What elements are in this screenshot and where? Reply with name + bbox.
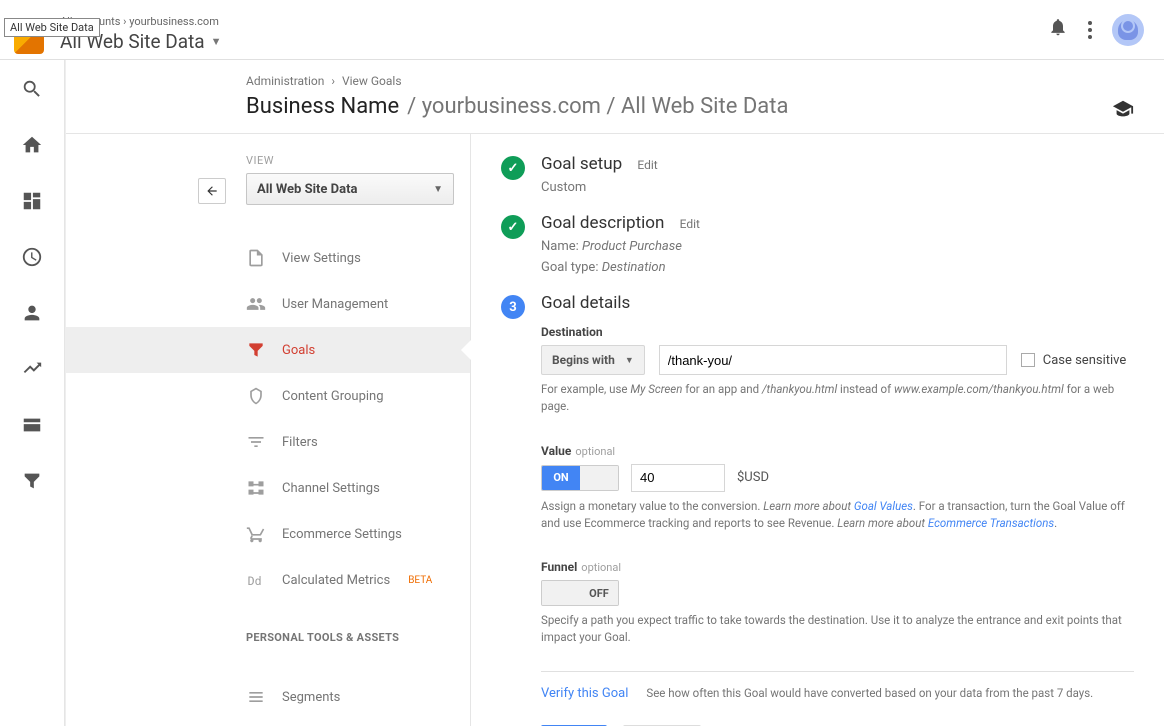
page-title: Business Name xyxy=(246,94,399,119)
goal-values-link[interactable]: Goal Values xyxy=(854,499,913,513)
audience-icon[interactable] xyxy=(21,302,43,328)
menu-filters[interactable]: Filters xyxy=(66,419,470,465)
value-toggle[interactable]: ON xyxy=(541,465,619,491)
funnel-label: Funneloptional xyxy=(541,560,1134,574)
verify-goal-link[interactable]: Verify this Goal xyxy=(541,686,628,701)
back-button[interactable] xyxy=(198,178,226,204)
goal-form: Goal setup Edit Custom Goal description … xyxy=(471,134,1164,726)
step3-title: Goal details xyxy=(541,293,630,313)
search-icon[interactable] xyxy=(21,78,43,104)
step3-number-icon: 3 xyxy=(501,295,525,319)
destination-hint: For example, use My Screen for an app an… xyxy=(541,381,1134,416)
svg-text:Dd: Dd xyxy=(248,574,262,588)
breadcrumb: Administration › View Goals xyxy=(246,74,1164,88)
menu-user-management[interactable]: User Management xyxy=(66,281,470,327)
left-nav-rail xyxy=(0,60,65,726)
conversions-icon[interactable] xyxy=(21,470,43,496)
view-selector-dropdown[interactable]: All Web Site Data ▼ xyxy=(246,173,454,205)
currency-label: $USD xyxy=(737,470,769,485)
menu-content-grouping[interactable]: Content Grouping xyxy=(66,373,470,419)
top-bar: All accounts › yourbusiness.com All Web … xyxy=(0,0,1164,60)
step2-title: Goal description xyxy=(541,213,664,233)
bell-icon[interactable] xyxy=(1048,17,1068,42)
admin-left-panel: VIEW All Web Site Data ▼ View Settings U… xyxy=(66,134,471,726)
realtime-icon[interactable] xyxy=(21,246,43,272)
menu-annotations[interactable]: Annotations xyxy=(66,720,470,726)
beta-badge: BETA xyxy=(408,575,432,586)
menu-calculated-metrics[interactable]: DdCalculated MetricsBETA xyxy=(66,557,470,603)
value-label: Valueoptional xyxy=(541,444,1134,458)
funnel-toggle[interactable]: OFF xyxy=(541,580,619,606)
step1-subtitle: Custom xyxy=(541,180,1134,195)
step1-edit-link[interactable]: Edit xyxy=(637,158,657,172)
destination-label: Destination xyxy=(541,325,1134,339)
step2-check-icon xyxy=(501,215,525,239)
acquisition-icon[interactable] xyxy=(21,358,43,384)
view-section-label: VIEW xyxy=(246,154,470,167)
personal-tools-label: PERSONAL TOOLS & ASSETS xyxy=(246,631,470,644)
case-sensitive-checkbox[interactable]: Case sensitive xyxy=(1021,353,1127,368)
chevron-down-icon: ▼ xyxy=(433,184,443,195)
customization-icon[interactable] xyxy=(21,190,43,216)
match-type-dropdown[interactable]: Begins with▼ xyxy=(541,345,645,375)
menu-view-settings[interactable]: View Settings xyxy=(66,235,470,281)
menu-segments[interactable]: Segments xyxy=(66,674,470,720)
breadcrumb-admin[interactable]: Administration xyxy=(246,74,324,88)
home-icon[interactable] xyxy=(21,134,43,160)
step2-edit-link[interactable]: Edit xyxy=(680,217,700,231)
page-header: Administration › View Goals Business Nam… xyxy=(66,60,1164,134)
value-input[interactable] xyxy=(631,464,725,492)
value-hint: Assign a monetary value to the conversio… xyxy=(541,498,1134,533)
menu-goals[interactable]: Goals xyxy=(66,327,470,373)
step2-name: Name: Product Purchase xyxy=(541,239,1134,254)
ecommerce-link[interactable]: Ecommerce Transactions xyxy=(928,516,1054,530)
user-avatar[interactable] xyxy=(1112,14,1144,46)
chevron-down-icon: ▼ xyxy=(211,35,222,48)
menu-channel-settings[interactable]: Channel Settings xyxy=(66,465,470,511)
behavior-icon[interactable] xyxy=(21,414,43,440)
menu-ecommerce-settings[interactable]: Ecommerce Settings xyxy=(66,511,470,557)
education-icon[interactable] xyxy=(1112,98,1134,124)
verify-hint: See how often this Goal would have conve… xyxy=(646,686,1093,700)
page-subtitle: / yourbusiness.com / All Web Site Data xyxy=(407,94,788,119)
step1-title: Goal setup xyxy=(541,154,622,174)
funnel-hint: Specify a path you expect traffic to tak… xyxy=(541,612,1134,647)
tooltip-overlay: All Web Site Data xyxy=(4,18,100,37)
more-menu-icon[interactable] xyxy=(1088,21,1092,39)
chevron-down-icon: ▼ xyxy=(625,355,634,366)
step2-type: Goal type: Destination xyxy=(541,260,1134,275)
destination-input[interactable] xyxy=(659,345,1007,375)
step1-check-icon xyxy=(501,156,525,180)
breadcrumb-goals[interactable]: View Goals xyxy=(342,74,402,88)
